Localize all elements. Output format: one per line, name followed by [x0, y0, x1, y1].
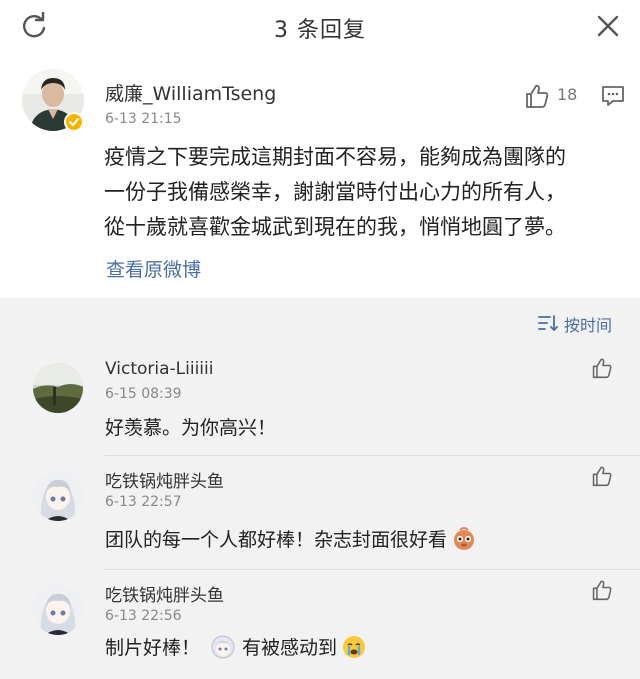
post-content-line: 從十歲就喜歡金城武到現在的我，悄悄地圓了夢。: [104, 215, 566, 239]
verified-badge-icon: [64, 112, 84, 132]
page-title: 3 条回复: [274, 18, 366, 43]
avatar[interactable]: [33, 585, 83, 635]
original-post: 威廉_WilliamTseng 6-13 21:15 18 疫情之下要完成這期封…: [0, 52, 640, 298]
post-time: 6-13 21:15: [105, 111, 182, 127]
post-content-line: 一份子我備感榮幸，謝謝當時付出心力的所有人，: [104, 180, 566, 204]
post-content: 疫情之下要完成這期封面不容易，能夠成為團隊的 一份子我備感榮幸，謝謝當時付出心力…: [104, 140, 624, 245]
reply-text-content: 好羡慕。为你高兴！: [105, 417, 277, 439]
reply-author[interactable]: Victoria-Liiiiii: [105, 359, 213, 379]
sort-icon[interactable]: [538, 314, 558, 332]
avatar[interactable]: [33, 363, 83, 413]
reply-text-before: 制片好棒！: [105, 637, 201, 659]
reply-text-content: 团队的每一个人都好棒！杂志封面很好看: [105, 529, 448, 551]
view-original-link[interactable]: 查看原微博: [106, 255, 201, 282]
reply-time: 6-13 22:57: [105, 494, 182, 510]
reply-item: Victoria-Liiiiii 6-15 08:39 好羡慕。为你高兴！: [0, 348, 640, 456]
reply-author[interactable]: 吃铁锅炖胖头鱼: [105, 467, 224, 492]
comment-icon[interactable]: [601, 85, 625, 107]
reply-author[interactable]: 吃铁锅炖胖头鱼: [105, 581, 224, 606]
reply-time: 6-15 08:39: [105, 386, 182, 402]
sort-by-time-button[interactable]: 按时间: [564, 312, 612, 336]
thumbs-up-icon[interactable]: [591, 357, 613, 379]
reply-item: 吃铁锅炖胖头鱼 6-13 22:57 团队的每一个人都好棒！杂志封面很好看: [0, 456, 640, 570]
post-author[interactable]: 威廉_WilliamTseng: [105, 79, 276, 106]
thumbs-up-icon[interactable]: [524, 83, 550, 109]
thumbs-up-icon[interactable]: [591, 579, 613, 601]
sort-bar: 按时间: [0, 298, 640, 348]
reply-time: 6-13 22:56: [105, 608, 182, 624]
like-count: 18: [557, 85, 578, 104]
post-content-line: 疫情之下要完成這期封面不容易，能夠成為團隊的: [104, 145, 566, 169]
reply-item: 吃铁锅炖胖头鱼 6-13 22:56 制片好棒！ 有被感动到: [0, 570, 640, 679]
header-bar: 3 条回复: [0, 0, 640, 52]
reply-text-after: 有被感动到: [242, 637, 338, 659]
reply-text: 制片好棒！ 有被感动到: [105, 633, 367, 660]
thumbs-up-icon[interactable]: [591, 465, 613, 487]
reply-text: 好羡慕。为你高兴！: [105, 413, 276, 440]
anime-girl-sticker: [211, 635, 235, 658]
cute-creature-emoji: [454, 526, 475, 550]
reply-text: 团队的每一个人都好棒！杂志封面很好看: [105, 525, 477, 552]
close-icon[interactable]: [596, 14, 620, 38]
crying-face-emoji: [343, 635, 366, 658]
avatar[interactable]: [33, 471, 83, 521]
